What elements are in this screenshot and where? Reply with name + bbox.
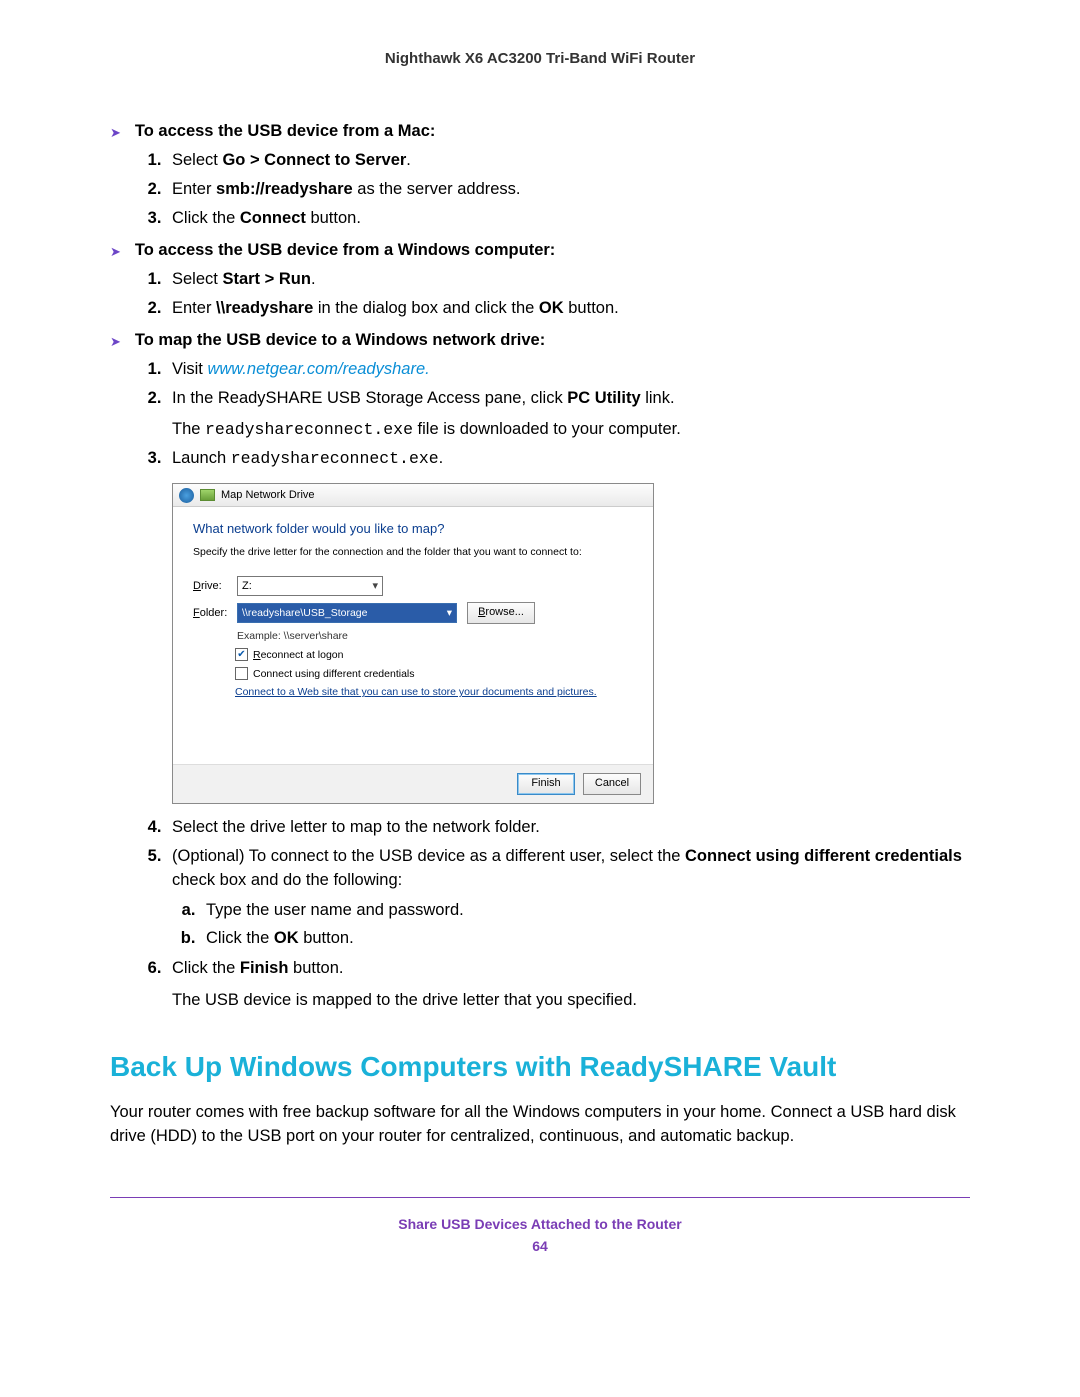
step: Click the Finish button. The USB device … [166, 957, 970, 1013]
procedure-title: To map the USB device to a Windows netwo… [135, 331, 545, 350]
step: Enter \\readyshare in the dialog box and… [166, 297, 970, 321]
footer-rule [110, 1197, 970, 1198]
step: (Optional) To connect to the USB device … [166, 845, 970, 951]
doc-header: Nighthawk X6 AC3200 Tri-Band WiFi Router [110, 50, 970, 67]
step: Click the Connect button. [166, 207, 970, 231]
folder-select[interactable]: \\readyshare\USB_Storage [237, 603, 457, 623]
folder-label: Folder: [193, 607, 237, 619]
step: Launch readyshareconnect.exe. [166, 447, 970, 471]
step: Select Start > Run. [166, 268, 970, 292]
drive-icon [200, 489, 215, 501]
drive-label: Drive: [193, 580, 237, 592]
substep: Click the OK button. [200, 927, 970, 951]
step: Enter smb://readyshare as the server add… [166, 178, 970, 202]
procedure-heading-windows: ➤ To access the USB device from a Window… [110, 241, 970, 260]
diff-credentials-checkbox-row[interactable]: Connect using different credentials [235, 667, 633, 680]
folder-example: Example: \\server\share [237, 630, 633, 642]
readyshare-link: www.netgear.com/readyshare. [207, 360, 429, 378]
procedure-title: To access the USB device from a Windows … [135, 241, 555, 260]
procedure-heading-mac: ➤ To access the USB device from a Mac: [110, 122, 970, 141]
dialog-titlebar: Map Network Drive [173, 484, 653, 507]
browse-button[interactable]: BBrowse...rowse... [467, 602, 535, 624]
finish-button[interactable]: Finish [517, 773, 575, 795]
footer-page-number: 64 [110, 1238, 970, 1254]
connect-website-link[interactable]: Connect to a Web site that you can use t… [235, 686, 633, 698]
footer-chapter: Share USB Devices Attached to the Router [110, 1216, 970, 1232]
chevron-icon: ➤ [110, 334, 121, 350]
substep: Type the user name and password. [200, 899, 970, 923]
reconnect-checkbox-row[interactable]: ✔ Reconnect at logon [235, 648, 633, 661]
map-network-drive-dialog: Map Network Drive What network folder wo… [172, 483, 654, 804]
dialog-title: Map Network Drive [221, 489, 315, 501]
dialog-subtext: Specify the drive letter for the connect… [193, 546, 633, 558]
back-icon [179, 488, 194, 503]
checkbox-checked-icon: ✔ [235, 648, 248, 661]
procedure-title: To access the USB device from a Mac: [135, 122, 435, 141]
body-paragraph: Your router comes with free backup softw… [110, 1101, 970, 1149]
step: Visit www.netgear.com/readyshare. [166, 358, 970, 382]
step: Select the drive letter to map to the ne… [166, 816, 970, 840]
chevron-icon: ➤ [110, 125, 121, 141]
section-heading-readyshare-vault: Back Up Windows Computers with ReadySHAR… [110, 1051, 970, 1083]
cancel-button[interactable]: Cancel [583, 773, 641, 795]
drive-select[interactable]: Z: [237, 576, 383, 596]
step: Select Go > Connect to Server. [166, 149, 970, 173]
checkbox-unchecked-icon [235, 667, 248, 680]
step: In the ReadySHARE USB Storage Access pan… [166, 387, 970, 443]
dialog-heading: What network folder would you like to ma… [193, 521, 633, 536]
procedure-heading-map: ➤ To map the USB device to a Windows net… [110, 331, 970, 350]
chevron-icon: ➤ [110, 244, 121, 260]
